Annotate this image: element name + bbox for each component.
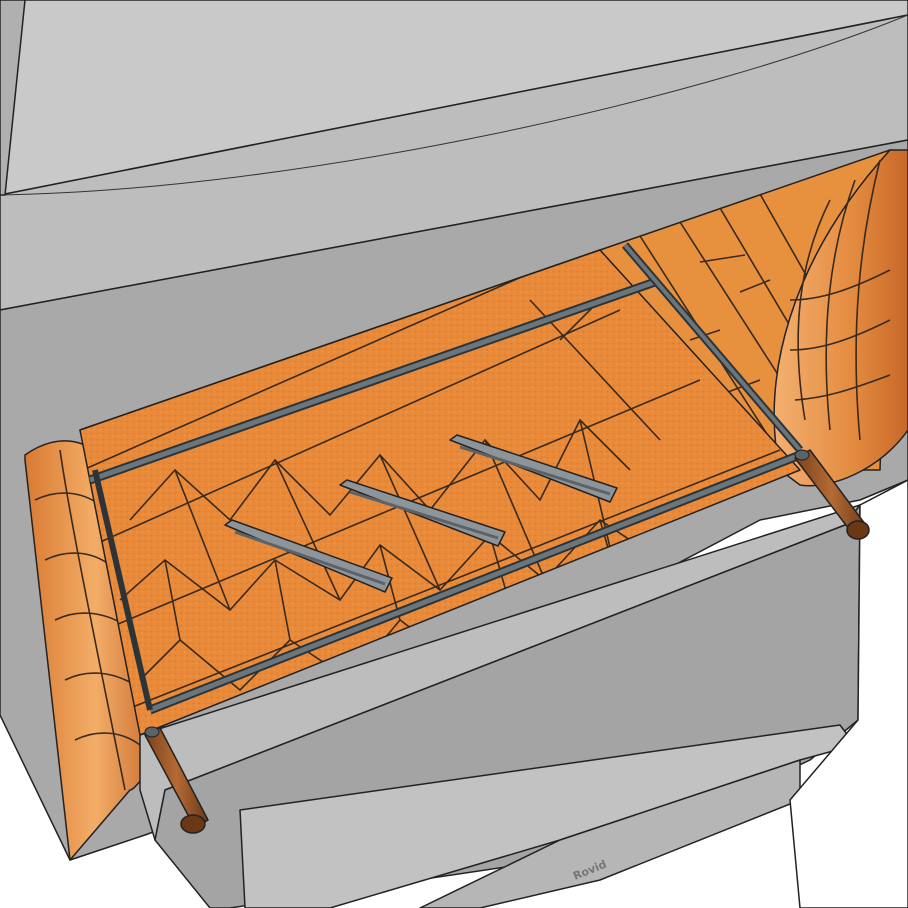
oven-scene: Rovid xyxy=(0,0,908,908)
